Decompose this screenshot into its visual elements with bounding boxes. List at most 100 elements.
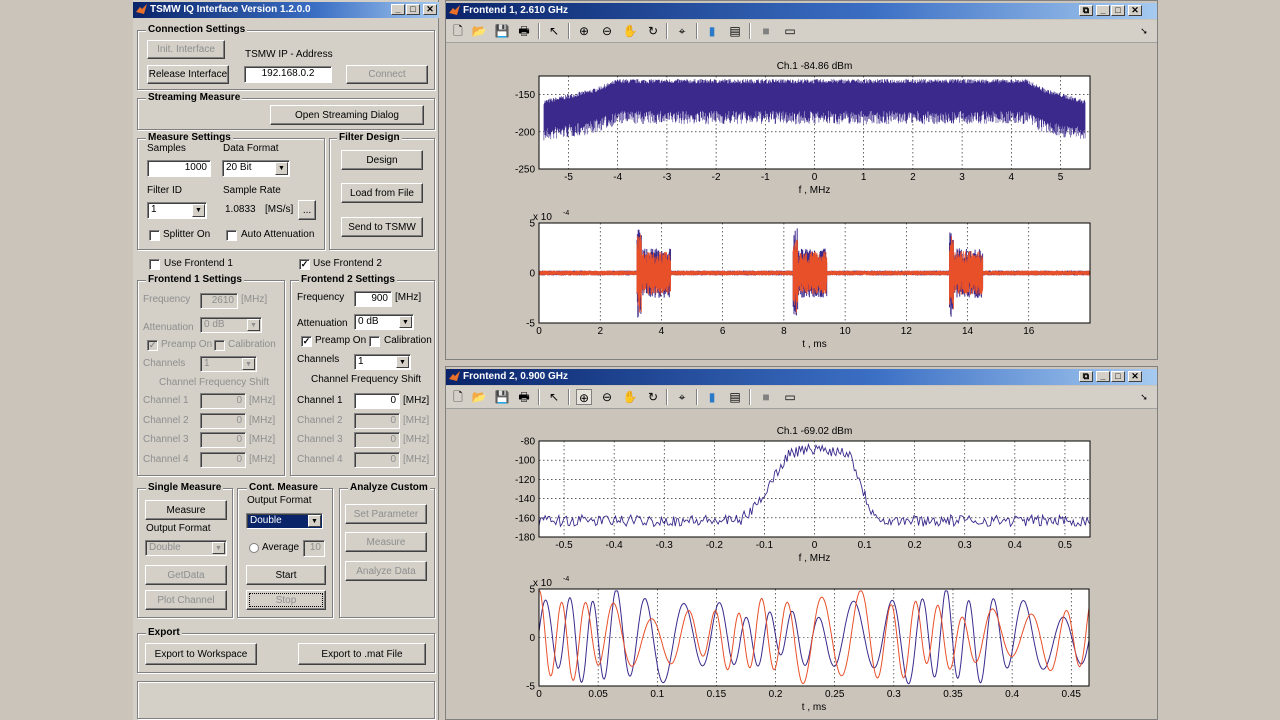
fe2-ch3-input[interactable]: 0 xyxy=(354,432,400,448)
print-icon[interactable]: 🖶 xyxy=(516,389,532,405)
start-button[interactable]: Start xyxy=(246,565,326,585)
new-file-icon[interactable]: 🗋 xyxy=(450,23,466,39)
design-button[interactable]: Design xyxy=(341,150,423,170)
splitter-checkbox[interactable] xyxy=(149,230,160,241)
close-icon[interactable]: ✕ xyxy=(1128,5,1142,16)
export-mat-button[interactable]: Export to .mat File xyxy=(298,643,426,665)
cont-output-format-select[interactable]: Double ▼ xyxy=(246,513,323,529)
set-parameter-button[interactable]: Set Parameter xyxy=(345,504,427,524)
close-icon[interactable]: ✕ xyxy=(1128,371,1142,382)
sample-rate-more-button[interactable]: ... xyxy=(298,200,316,220)
fe1-calibration-checkbox[interactable] xyxy=(214,340,225,351)
chevron-down-icon[interactable]: ▼ xyxy=(396,356,409,368)
fe2-frequency-input[interactable]: 900 xyxy=(354,291,392,307)
fe1-attenuation-select[interactable]: 0 dB ▼ xyxy=(200,317,262,333)
save-icon[interactable]: 💾 xyxy=(494,23,510,39)
legend-icon[interactable]: ▤ xyxy=(727,389,743,405)
chevron-down-icon[interactable]: ▼ xyxy=(192,204,205,217)
single-output-format-select[interactable]: Double ▼ xyxy=(145,540,227,556)
chevron-down-icon[interactable]: ▼ xyxy=(212,542,225,554)
fe1-channels-select[interactable]: 1 ▼ xyxy=(200,356,257,372)
new-file-icon[interactable]: 🗋 xyxy=(450,389,466,405)
release-interface-button[interactable]: Release Interface xyxy=(147,65,229,84)
zoom-in-icon[interactable]: ⊕ xyxy=(576,389,592,405)
maximize-icon[interactable]: □ xyxy=(406,4,420,15)
plot-channel-button[interactable]: Plot Channel xyxy=(145,590,227,610)
use-frontend1-checkbox[interactable] xyxy=(149,259,160,270)
chevron-down-icon[interactable]: ▼ xyxy=(399,316,412,328)
toolbar-menu-icon[interactable]: ➘ xyxy=(1136,23,1152,39)
maximize-icon[interactable]: □ xyxy=(1111,5,1125,16)
hide-tools-icon[interactable]: ■ xyxy=(758,389,774,405)
show-tools-icon[interactable]: ▭ xyxy=(782,23,798,39)
minimize-icon[interactable]: _ xyxy=(1096,371,1110,382)
rotate-icon[interactable]: ↻ xyxy=(645,389,661,405)
send-to-tsmw-button[interactable]: Send to TSMW xyxy=(341,217,423,237)
data-cursor-icon[interactable]: ⌖ xyxy=(674,389,690,405)
chevron-down-icon[interactable]: ▼ xyxy=(247,319,260,331)
getdata-button[interactable]: GetData xyxy=(145,565,227,585)
analyze-data-button[interactable]: Analyze Data xyxy=(345,561,427,581)
filter-id-select[interactable]: 1 ▼ xyxy=(147,202,207,219)
print-icon[interactable]: 🖶 xyxy=(516,23,532,39)
frontend1-titlebar[interactable]: Frontend 1, 2.610 GHz ⧉ _ □ ✕ xyxy=(446,3,1157,19)
minimize-icon[interactable]: _ xyxy=(1096,5,1110,16)
fe2-channels-select[interactable]: 1 ▼ xyxy=(354,354,411,370)
fe1-ch4-input[interactable]: 0 xyxy=(200,452,246,468)
samples-input[interactable]: 1000 xyxy=(147,160,211,177)
toolbar-menu-icon[interactable]: ➘ xyxy=(1136,389,1152,405)
use-frontend2-checkbox[interactable]: ✓ xyxy=(299,259,310,270)
init-interface-button[interactable]: Init. Interface xyxy=(147,40,225,59)
zoom-out-icon[interactable]: ⊖ xyxy=(599,23,615,39)
average-radio[interactable] xyxy=(249,543,259,553)
pointer-icon[interactable]: ↖ xyxy=(546,23,562,39)
colorbar-icon[interactable]: ▮ xyxy=(704,23,720,39)
stop-button[interactable]: Stop xyxy=(246,590,326,610)
chevron-down-icon[interactable]: ▼ xyxy=(275,162,288,175)
pan-hand-icon[interactable]: ✋ xyxy=(622,389,638,405)
minimize-icon[interactable]: _ xyxy=(391,4,405,15)
open-folder-icon[interactable]: 📂 xyxy=(471,23,487,39)
analyze-measure-button[interactable]: Measure xyxy=(345,532,427,552)
export-workspace-button[interactable]: Export to Workspace xyxy=(145,643,257,665)
close-icon[interactable]: ✕ xyxy=(423,4,437,15)
data-format-select[interactable]: 20 Bit ▼ xyxy=(222,160,290,177)
fe2-attenuation-select[interactable]: 0 dB ▼ xyxy=(354,314,414,330)
save-icon[interactable]: 💾 xyxy=(494,389,510,405)
legend-icon[interactable]: ▤ xyxy=(727,23,743,39)
fe1-preamp-checkbox[interactable]: ✓ xyxy=(147,340,158,351)
fe2-ch4-input[interactable]: 0 xyxy=(354,452,400,468)
pan-hand-icon[interactable]: ✋ xyxy=(622,23,638,39)
restore-icon[interactable]: ⧉ xyxy=(1079,371,1093,382)
maximize-icon[interactable]: □ xyxy=(1111,371,1125,382)
rotate-icon[interactable]: ↻ xyxy=(645,23,661,39)
average-input[interactable]: 10 xyxy=(303,540,325,557)
fe2-ch1-input[interactable]: 0 xyxy=(354,393,400,409)
chevron-down-icon[interactable]: ▼ xyxy=(242,358,255,370)
fe1-ch2-input[interactable]: 0 xyxy=(200,413,246,429)
fe2-ch2-input[interactable]: 0 xyxy=(354,413,400,429)
frontend2-titlebar[interactable]: Frontend 2, 0.900 GHz ⧉ _ □ ✕ xyxy=(446,369,1157,385)
hide-tools-icon[interactable]: ■ xyxy=(758,23,774,39)
load-from-file-button[interactable]: Load from File xyxy=(341,183,423,203)
fe2-calibration-checkbox[interactable] xyxy=(369,336,380,347)
ip-address-input[interactable]: 192.168.0.2 xyxy=(244,66,332,83)
zoom-in-icon[interactable]: ⊕ xyxy=(576,23,592,39)
open-folder-icon[interactable]: 📂 xyxy=(471,389,487,405)
show-tools-icon[interactable]: ▭ xyxy=(782,389,798,405)
connect-button[interactable]: Connect xyxy=(346,65,428,84)
chevron-down-icon[interactable]: ▼ xyxy=(308,515,321,527)
restore-icon[interactable]: ⧉ xyxy=(1079,5,1093,16)
zoom-out-icon[interactable]: ⊖ xyxy=(599,389,615,405)
auto-attenuation-checkbox[interactable] xyxy=(226,230,237,241)
colorbar-icon[interactable]: ▮ xyxy=(704,389,720,405)
fe1-frequency-input[interactable]: 2610 xyxy=(200,293,238,309)
fe1-ch3-input[interactable]: 0 xyxy=(200,432,246,448)
single-measure-button[interactable]: Measure xyxy=(145,500,227,520)
main-window-titlebar[interactable]: TSMW IQ Interface Version 1.2.0.0 _ □ ✕ xyxy=(133,2,439,18)
pointer-icon[interactable]: ↖ xyxy=(546,389,562,405)
open-streaming-dialog-button[interactable]: Open Streaming Dialog xyxy=(270,105,424,125)
data-cursor-icon[interactable]: ⌖ xyxy=(674,23,690,39)
fe1-ch1-input[interactable]: 0 xyxy=(200,393,246,409)
fe2-preamp-checkbox[interactable]: ✓ xyxy=(301,336,312,347)
